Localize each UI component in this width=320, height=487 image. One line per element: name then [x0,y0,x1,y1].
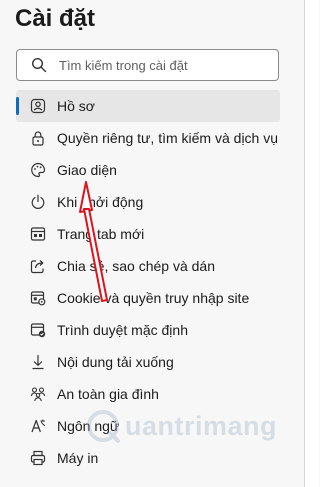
language-icon [29,417,47,435]
nav-item-profile[interactable]: Hồ sơ [16,90,280,122]
active-indicator [16,97,19,115]
nav-item-label: Nội dung tải xuống [57,354,174,370]
nav-item-startup[interactable]: Khi khởi động [0,186,304,218]
watermark: uantrimang [85,408,277,444]
site-permissions-icon [29,289,47,307]
new-tab-icon [29,225,47,243]
nav-item-downloads[interactable]: Nội dung tải xuống [0,346,304,378]
palette-icon [29,161,47,179]
family-icon [29,385,47,403]
nav-item-printers[interactable]: Máy in [0,442,304,474]
nav-item-label: Trình duyệt mặc định [57,322,188,338]
watermark-text: uantrimang [125,410,278,441]
nav-item-label: Khi khởi động [57,194,144,210]
profile-icon [29,97,47,115]
power-icon [29,193,47,211]
nav-item-label: Giao diện [57,162,117,178]
nav-item-privacy[interactable]: Quyền riêng tư, tìm kiếm và dịch vụ [0,122,304,154]
search-box[interactable] [16,49,279,81]
nav-item-label: An toàn gia đình [57,386,159,402]
content-edge [304,0,319,487]
nav-item-label: Quyền riêng tư, tìm kiếm và dịch vụ [57,130,279,146]
nav-item-new-tab[interactable]: Trang tab mới [0,218,304,250]
nav-item-share[interactable]: Chia sẻ, sao chép và dán [0,250,304,282]
nav-item-label: Cookie và quyền truy nhập site [57,290,250,306]
nav-item-label: Chia sẻ, sao chép và dán [57,258,215,274]
nav-item-family-safety[interactable]: An toàn gia đình [0,378,304,410]
share-icon [29,257,47,275]
printer-icon [29,449,47,467]
nav-item-appearance[interactable]: Giao diện [0,154,304,186]
nav-item-cookies[interactable]: Cookie và quyền truy nhập site [0,282,304,314]
page-title: Cài đặt [15,5,96,32]
search-input[interactable] [57,56,261,74]
watermark-logo-icon [87,410,120,443]
search-icon [31,57,47,73]
nav-item-label: Hồ sơ [57,98,95,114]
default-browser-icon [29,321,47,339]
nav-item-label: Máy in [57,450,99,466]
nav-item-label: Trang tab mới [57,226,145,242]
lock-icon [29,129,47,147]
download-icon [29,353,47,371]
nav-item-default-browser[interactable]: Trình duyệt mặc định [0,314,304,346]
